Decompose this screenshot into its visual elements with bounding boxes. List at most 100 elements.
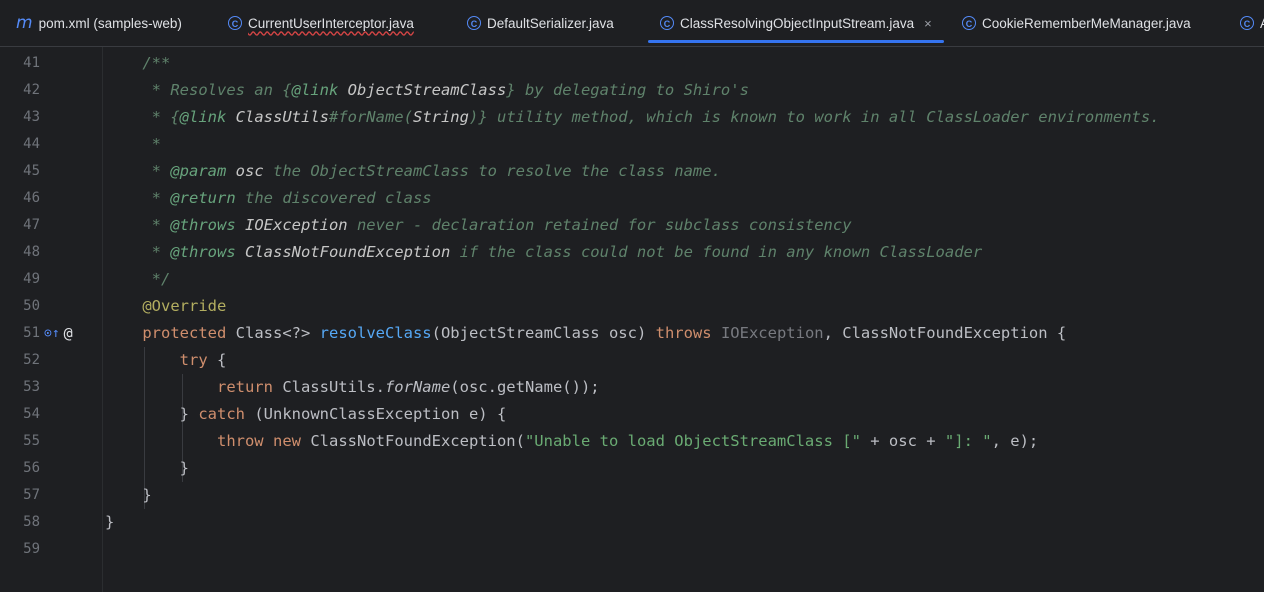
tab-current-user-interceptor[interactable]: C CurrentUserInterceptor.java bbox=[228, 0, 414, 46]
code-line[interactable]: 51 ⊙↑ @ protected Class<?> resolveClass(Ob… bbox=[0, 320, 1264, 347]
code-line[interactable]: 42 * Resolves an {@link ObjectStreamClas… bbox=[0, 77, 1264, 104]
code-token: @param bbox=[170, 162, 227, 180]
tab-class-resolving-object-input-stream[interactable]: C ClassResolvingObjectInputStream.java × bbox=[648, 0, 944, 46]
code-token: the discovered class bbox=[235, 189, 432, 207]
tab-cookie-remember-me-manager[interactable]: C CookieRememberMeManager.java bbox=[962, 0, 1191, 46]
line-number: 53 bbox=[23, 379, 40, 395]
class-c-icon: C bbox=[467, 16, 481, 30]
tab-default-serializer[interactable]: C DefaultSerializer.java bbox=[467, 0, 614, 46]
gutter-icons: ⊙↑ @ bbox=[44, 320, 73, 347]
tab-pom-xml[interactable]: m pom.xml (samples-web) bbox=[16, 0, 182, 46]
code-line[interactable]: 44 * bbox=[0, 131, 1264, 158]
code-token: * bbox=[105, 162, 171, 180]
code-token: if the class could not be found in any k… bbox=[450, 243, 983, 261]
code-line[interactable]: 56 } bbox=[0, 455, 1264, 482]
code-line[interactable]: 54 } catch (UnknownClassException e) { bbox=[0, 401, 1264, 428]
code-text: } bbox=[105, 482, 152, 509]
code-token: catch bbox=[198, 405, 245, 423]
line-number: 57 bbox=[23, 487, 40, 503]
code-text: * @throws ClassNotFoundException if the … bbox=[105, 239, 983, 266]
code-text: } bbox=[105, 509, 114, 536]
code-line[interactable]: 45 * @param osc the ObjectStreamClass to… bbox=[0, 158, 1264, 185]
code-line[interactable]: 59 bbox=[0, 536, 1264, 563]
code-line[interactable]: 41 /** bbox=[0, 50, 1264, 77]
code-token: * { bbox=[105, 108, 180, 126]
line-number: 58 bbox=[23, 514, 40, 530]
code-editor[interactable]: 41 /** 42 * Resolves an {@link ObjectStre… bbox=[0, 47, 1264, 592]
line-number: 42 bbox=[23, 82, 40, 98]
code-token: #forName( bbox=[328, 108, 413, 126]
code-token: Class<?> bbox=[226, 324, 320, 342]
code-line[interactable]: 57 } bbox=[0, 482, 1264, 509]
code-text: @Override bbox=[105, 293, 226, 320]
code-line[interactable]: 46 * @return the discovered class bbox=[0, 185, 1264, 212]
tab-label: CurrentUserInterceptor.java bbox=[248, 15, 414, 31]
code-text: protected Class<?> resolveClass(ObjectSt… bbox=[105, 320, 1066, 347]
close-icon[interactable]: × bbox=[924, 16, 932, 31]
line-number: 49 bbox=[23, 271, 40, 287]
line-number: 51 bbox=[23, 325, 40, 341]
code-line[interactable]: 48 * @throws ClassNotFoundException if t… bbox=[0, 239, 1264, 266]
code-token: { bbox=[207, 351, 227, 369]
code-token: * bbox=[105, 216, 171, 234]
code-token: the ObjectStreamClass to resolve the cla… bbox=[263, 162, 721, 180]
code-token: String bbox=[412, 108, 469, 126]
annotation-at-icon[interactable]: @ bbox=[64, 320, 73, 347]
code-token: throws bbox=[655, 324, 712, 342]
code-text: * {@link ClassUtils#forName(String)} uti… bbox=[105, 104, 1160, 131]
class-c-icon: C bbox=[962, 16, 976, 30]
code-text: } bbox=[105, 455, 189, 482]
code-text: * Resolves an {@link ObjectStreamClass} … bbox=[105, 77, 749, 104]
code-token: new bbox=[273, 432, 301, 450]
code-token: throw bbox=[216, 432, 264, 450]
code-line[interactable]: 43 * {@link ClassUtils#forName(String)} … bbox=[0, 104, 1264, 131]
code-line[interactable]: 49 */ bbox=[0, 266, 1264, 293]
code-text: /** bbox=[105, 50, 170, 77]
code-line[interactable]: 47 * @throws IOException never - declara… bbox=[0, 212, 1264, 239]
line-number: 54 bbox=[23, 406, 40, 422]
overrides-method-icon[interactable]: ⊙↑ bbox=[44, 320, 60, 347]
code-line[interactable]: 53 return ClassUtils.forName(osc.getName… bbox=[0, 374, 1264, 401]
code-token: ClassNotFoundException bbox=[235, 243, 451, 261]
code-token: (ObjectStreamClass osc) bbox=[431, 324, 656, 342]
class-c-icon: C bbox=[1240, 16, 1254, 30]
code-token: } bbox=[105, 513, 115, 531]
code-line[interactable]: 55 throw new ClassNotFoundException("Una… bbox=[0, 428, 1264, 455]
tab-label: DefaultSerializer.java bbox=[487, 15, 614, 31]
code-token: try bbox=[179, 351, 208, 369]
tab-label: CookieRememberMeManager.java bbox=[982, 15, 1191, 31]
code-token: * bbox=[105, 243, 171, 261]
code-token: ObjectStreamClass bbox=[338, 81, 507, 99]
line-number: 59 bbox=[23, 541, 40, 557]
code-line[interactable]: 50 @Override bbox=[0, 293, 1264, 320]
code-token: (UnknownClassException e) { bbox=[245, 405, 507, 423]
line-number: 46 bbox=[23, 190, 40, 206]
line-number: 41 bbox=[23, 55, 40, 71]
code-token: @throws bbox=[170, 216, 236, 234]
line-number: 48 bbox=[23, 244, 40, 260]
code-line[interactable]: 52 try { bbox=[0, 347, 1264, 374]
code-token: utility method, which is known to work i… bbox=[487, 108, 1160, 126]
code-text: try { bbox=[105, 347, 227, 374]
code-text: */ bbox=[105, 266, 171, 293]
code-token: @Override bbox=[142, 297, 227, 315]
code-token: , e); bbox=[991, 432, 1039, 450]
line-number: 52 bbox=[23, 352, 40, 368]
code-token: } bbox=[105, 486, 152, 504]
line-number: 47 bbox=[23, 217, 40, 233]
line-number: 55 bbox=[23, 433, 40, 449]
code-line[interactable]: 58} bbox=[0, 509, 1264, 536]
tab-label: pom.xml (samples-web) bbox=[38, 15, 182, 31]
tab-label: ClassResolvingObjectInputStream.java bbox=[680, 15, 915, 31]
line-number: 45 bbox=[23, 163, 40, 179]
tab-overflow[interactable]: C A bbox=[1240, 0, 1264, 46]
code-token: * Resolves an { bbox=[105, 81, 292, 99]
class-c-icon: C bbox=[228, 16, 242, 30]
class-c-icon: C bbox=[660, 16, 674, 30]
code-token: "]: " bbox=[944, 432, 992, 450]
